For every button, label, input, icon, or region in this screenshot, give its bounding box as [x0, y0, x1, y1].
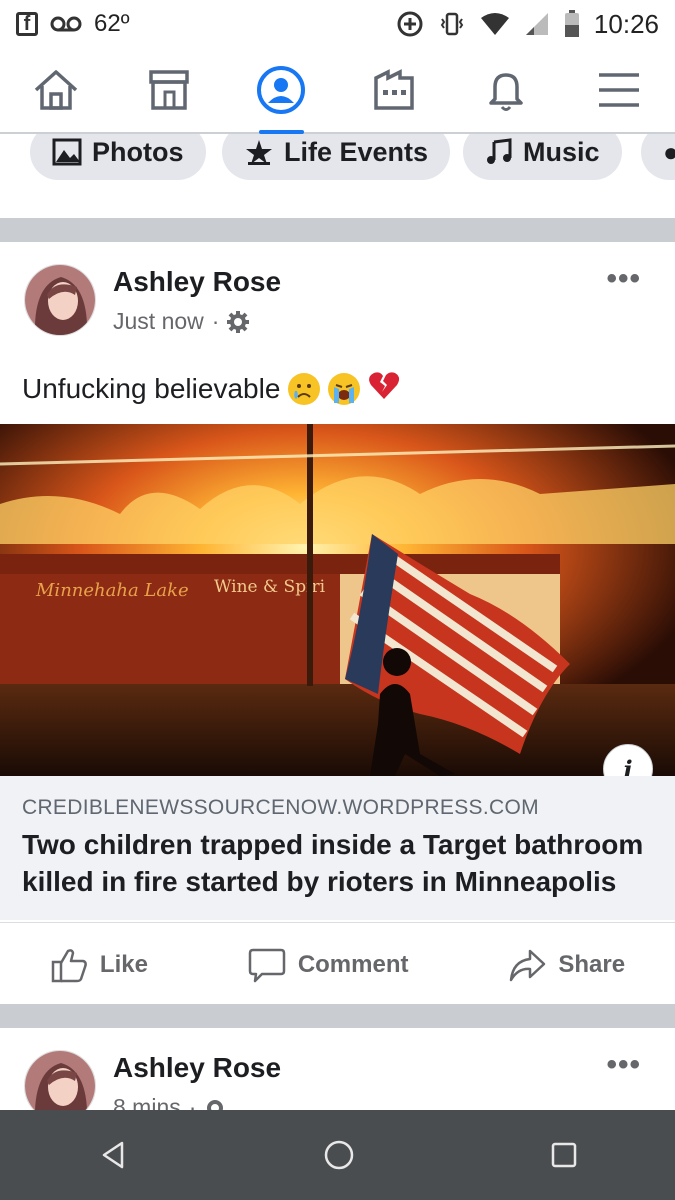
post-meta: Just now · [113, 308, 250, 335]
nav-marketplace[interactable] [113, 48, 226, 132]
post-timestamp[interactable]: Just now [113, 308, 204, 335]
notifications-icon [489, 73, 523, 111]
wifi-icon [480, 13, 509, 35]
article-photo[interactable]: Minnehaha Lake Wine & Spiri i [0, 424, 675, 776]
feed-post: Ashley Rose 8 mins · ••• [0, 1028, 675, 1110]
temperature-text: 62º [94, 10, 130, 37]
author-avatar[interactable] [24, 1050, 96, 1110]
facebook-notification-icon: f [16, 12, 38, 36]
meta-dot: · [188, 1094, 197, 1110]
post-meta: 8 mins · [113, 1094, 226, 1110]
link-headline[interactable]: Two children trapped inside a Target bat… [22, 826, 653, 900]
meta-dot: · [211, 308, 220, 334]
life-events-chip-label: Life Events [284, 136, 429, 167]
post-options-button[interactable]: ••• [606, 1048, 641, 1082]
music-chip[interactable]: Music [463, 134, 622, 180]
feed-separator [0, 1004, 675, 1028]
marketplace-icon [149, 70, 189, 110]
post-timestamp[interactable]: 8 mins [113, 1094, 181, 1110]
life-events-chip[interactable]: Life Events [222, 134, 451, 180]
post-actions: Like Comment Share [0, 922, 675, 1006]
comment-label: Comment [297, 950, 409, 978]
voicemail-icon [50, 16, 82, 32]
link-preview[interactable]: CREDIBLENEWSSOURCENOW.WORDPRESS.COM Two … [0, 776, 675, 920]
chip-icon-partial: ● [663, 136, 675, 167]
profile-icon [257, 66, 306, 114]
signal-icon [525, 13, 548, 35]
like-button[interactable]: Like [50, 947, 148, 983]
back-icon[interactable] [98, 1140, 128, 1170]
share-button[interactable]: Share [508, 947, 625, 983]
comment-button[interactable]: Comment [248, 947, 409, 983]
music-chip-label: Music [523, 136, 600, 167]
feed-separator [0, 218, 675, 242]
status-bar: f 62º 10:26 [0, 0, 675, 48]
battery-icon [564, 10, 579, 37]
feed-post: Ashley Rose Just now · ••• Unfucking bel… [0, 242, 675, 1004]
android-navigation-bar [0, 1110, 675, 1200]
photo-icon [52, 138, 82, 166]
like-label: Like [99, 950, 148, 978]
post-options-button[interactable]: ••• [606, 262, 641, 296]
nav-pages[interactable] [338, 48, 451, 132]
profile-shortcut-chips: Photos Life Events Music ● [0, 134, 675, 218]
vibrate-icon [440, 12, 464, 36]
link-domain: CREDIBLENEWSSOURCENOW.WORDPRESS.COM [22, 796, 539, 819]
photos-chip-label: Photos [92, 136, 184, 167]
nav-notifications[interactable] [450, 48, 563, 132]
author-name[interactable]: Ashley Rose [113, 266, 281, 298]
pages-icon [374, 69, 414, 110]
top-navigation [0, 48, 675, 134]
post-message: Unfucking believable [22, 370, 400, 407]
photos-chip[interactable]: Photos [30, 134, 206, 180]
gear-icon [207, 1099, 224, 1110]
broken-heart-emoji [368, 370, 400, 407]
clock-text: 10:26 [593, 8, 659, 39]
thumbs-up-icon [51, 948, 87, 982]
gear-icon [227, 310, 250, 333]
comment-icon [248, 948, 286, 982]
music-note-icon [487, 138, 512, 164]
data-saver-icon [397, 11, 423, 37]
nav-home[interactable] [0, 48, 113, 132]
nav-menu[interactable] [563, 48, 675, 132]
star-icon [246, 140, 272, 165]
home-circle-icon[interactable] [323, 1139, 355, 1171]
share-icon [510, 949, 546, 981]
share-label: Share [558, 950, 626, 978]
post-message-text: Unfucking believable [22, 372, 281, 404]
author-avatar[interactable] [24, 264, 96, 336]
author-name[interactable]: Ashley Rose [113, 1052, 281, 1084]
photo-store-sign: Minnehaha Lake [35, 580, 189, 601]
home-icon [35, 70, 78, 110]
info-icon: i [623, 754, 633, 777]
more-chip[interactable]: ● [641, 134, 675, 180]
nav-profile[interactable] [225, 48, 338, 134]
sad-tear-emoji [288, 372, 321, 405]
menu-icon [598, 73, 639, 107]
crying-emoji [328, 372, 361, 405]
recents-icon[interactable] [550, 1141, 578, 1169]
